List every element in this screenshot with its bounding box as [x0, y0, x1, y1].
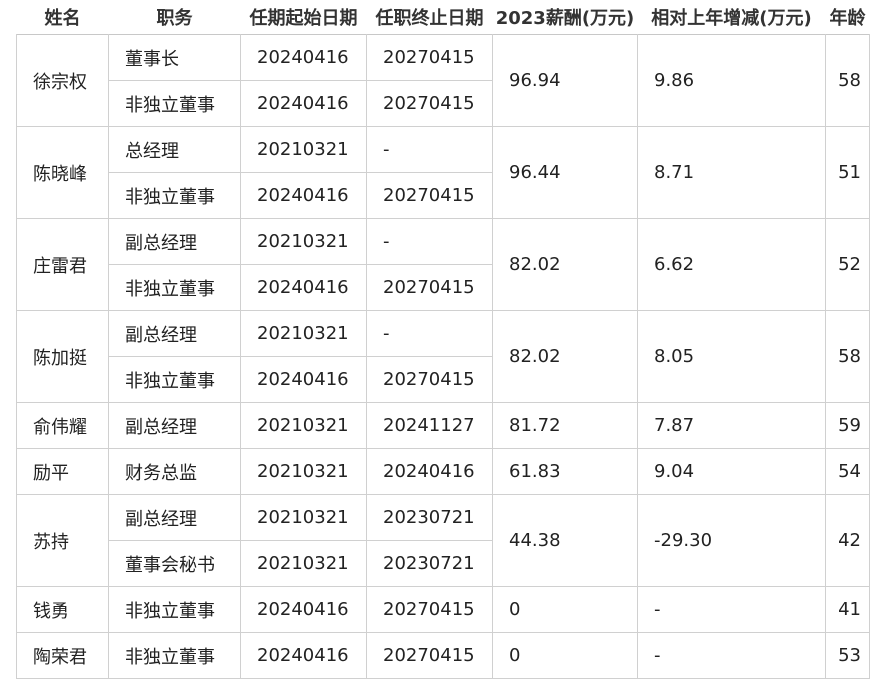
end-date: 20270415	[366, 80, 493, 127]
table-row: 庄雷君 副总经理 20210321-82.02 6.62 52	[16, 218, 870, 311]
start-date: 20240416	[240, 172, 367, 219]
role-title: 董事长	[108, 34, 241, 81]
header-salary: 2023薪酬(万元)	[492, 0, 638, 35]
end-date: 20270415	[366, 586, 493, 633]
table-row: 钱勇 非独立董事 20240416 20270415 0-41	[16, 586, 870, 633]
salary-change: -	[637, 586, 826, 633]
end-date: -	[366, 126, 493, 173]
salary-2023: 0	[492, 632, 638, 679]
age: 58	[825, 34, 870, 127]
salary-2023: 82.02	[492, 310, 638, 403]
role-title: 非独立董事	[108, 356, 241, 403]
role-title: 副总经理	[108, 402, 241, 449]
header-position: 职务	[108, 0, 241, 35]
start-date: 20210321	[240, 126, 367, 173]
table-row: 俞伟耀 副总经理 20210321 20241127 81.72 7.87 59	[16, 402, 870, 449]
person-name: 陶荣君	[16, 632, 109, 679]
start-date: 20210321	[240, 402, 367, 449]
salary-2023: 96.44	[492, 126, 638, 219]
role-title: 非独立董事	[108, 586, 241, 633]
start-date: 20240416	[240, 34, 367, 81]
role-title: 副总经理	[108, 218, 241, 265]
age: 52	[825, 218, 870, 311]
end-date: -	[366, 218, 493, 265]
age: 42	[825, 494, 870, 587]
start-date: 20240416	[240, 80, 367, 127]
end-date: 20270415	[366, 632, 493, 679]
start-date: 20240416	[240, 356, 367, 403]
table-row: 陈加挺 副总经理 20210321-82.02 8.05 58	[16, 310, 870, 403]
age: 58	[825, 310, 870, 403]
person-name: 苏持	[16, 494, 109, 587]
end-date: 20270415	[366, 172, 493, 219]
age: 41	[825, 586, 870, 633]
end-date: 20270415	[366, 34, 493, 81]
salary-change: 7.87	[637, 402, 826, 449]
executive-compensation-table: 姓名 职务 任期起始日期 任职终止日期 2023薪酬(万元) 相对上年增减(万元…	[16, 0, 870, 679]
start-date: 20210321	[240, 218, 367, 265]
table-row: 徐宗权 董事长 20240416 20270415 96.94 9.86 58	[16, 34, 870, 127]
person-name: 励平	[16, 448, 109, 495]
age: 59	[825, 402, 870, 449]
end-date: 20230721	[366, 494, 493, 541]
role-title: 董事会秘书	[108, 540, 241, 587]
salary-2023: 82.02	[492, 218, 638, 311]
salary-change: -29.30	[637, 494, 826, 587]
start-date: 20210321	[240, 448, 367, 495]
person-name: 庄雷君	[16, 218, 109, 311]
header-end-date: 任职终止日期	[366, 0, 493, 35]
salary-2023: 44.38	[492, 494, 638, 587]
person-name: 陈晓峰	[16, 126, 109, 219]
salary-2023: 61.83	[492, 448, 638, 495]
salary-2023: 81.72	[492, 402, 638, 449]
start-date: 20210321	[240, 494, 367, 541]
age: 53	[825, 632, 870, 679]
age: 54	[825, 448, 870, 495]
role-title: 非独立董事	[108, 632, 241, 679]
role-title: 总经理	[108, 126, 241, 173]
table-row: 陶荣君 非独立董事 20240416 20270415 0-53	[16, 632, 870, 679]
end-date: 20240416	[366, 448, 493, 495]
header-age: 年龄	[825, 0, 870, 35]
start-date: 20240416	[240, 586, 367, 633]
role-title: 财务总监	[108, 448, 241, 495]
role-title: 非独立董事	[108, 264, 241, 311]
age: 51	[825, 126, 870, 219]
person-name: 陈加挺	[16, 310, 109, 403]
start-date: 20210321	[240, 310, 367, 357]
salary-change: 6.62	[637, 218, 826, 311]
person-name: 徐宗权	[16, 34, 109, 127]
salary-change: 9.04	[637, 448, 826, 495]
salary-change: 9.86	[637, 34, 826, 127]
end-date: 20241127	[366, 402, 493, 449]
end-date: -	[366, 310, 493, 357]
end-date: 20270415	[366, 264, 493, 311]
salary-change: 8.05	[637, 310, 826, 403]
salary-change: 8.71	[637, 126, 826, 219]
salary-2023: 0	[492, 586, 638, 633]
role-title: 副总经理	[108, 494, 241, 541]
table-row: 陈晓峰 总经理 20210321-96.44 8.71 51	[16, 126, 870, 219]
end-date: 20230721	[366, 540, 493, 587]
header-start-date: 任期起始日期	[240, 0, 367, 35]
start-date: 20210321	[240, 540, 367, 587]
page: 姓名 职务 任期起始日期 任职终止日期 2023薪酬(万元) 相对上年增减(万元…	[0, 0, 882, 686]
role-title: 非独立董事	[108, 172, 241, 219]
header-name: 姓名	[16, 0, 109, 35]
table-body: 徐宗权 董事长 20240416 20270415 96.94 9.86 58 非独立董事 20…	[16, 34, 870, 679]
start-date: 20240416	[240, 264, 367, 311]
header-row: 姓名 职务 任期起始日期 任职终止日期 2023薪酬(万元) 相对上年增减(万元…	[16, 0, 870, 35]
end-date: 20270415	[366, 356, 493, 403]
salary-change: -	[637, 632, 826, 679]
person-name: 钱勇	[16, 586, 109, 633]
table-row: 苏持 副总经理 20210321 20230721 44.38 -29.30 42	[16, 494, 870, 587]
person-name: 俞伟耀	[16, 402, 109, 449]
start-date: 20240416	[240, 632, 367, 679]
header-change: 相对上年增减(万元)	[637, 0, 826, 35]
table-row: 励平 财务总监 20210321 20240416 61.83 9.04 54	[16, 448, 870, 495]
role-title: 副总经理	[108, 310, 241, 357]
salary-2023: 96.94	[492, 34, 638, 127]
role-title: 非独立董事	[108, 80, 241, 127]
